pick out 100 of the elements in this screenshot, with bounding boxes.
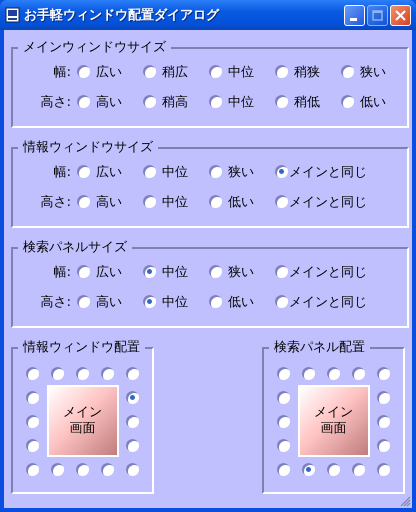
radio-button[interactable] — [26, 390, 39, 404]
radio-button[interactable] — [209, 95, 222, 108]
resize-grip-icon[interactable] — [400, 496, 411, 507]
minimize-button[interactable] — [344, 4, 365, 26]
group-title: メインウィンドウサイズ — [22, 40, 167, 56]
radio-button[interactable] — [209, 265, 222, 278]
radio-button[interactable] — [277, 366, 290, 380]
radio-button[interactable] — [377, 462, 390, 476]
option-label: 中位 — [162, 294, 188, 310]
option-label: 狭い — [228, 164, 254, 180]
row-label: 高さ: — [40, 294, 72, 310]
radio-button[interactable] — [377, 366, 390, 380]
row-label: 幅: — [52, 64, 72, 80]
radio-button[interactable] — [77, 295, 90, 308]
radio-button[interactable] — [341, 65, 354, 78]
radio-button[interactable] — [143, 295, 156, 308]
radio-button[interactable] — [77, 65, 90, 78]
radio-button[interactable] — [77, 95, 90, 108]
option-label: 稍狭 — [294, 64, 320, 80]
radio-button[interactable] — [126, 366, 139, 380]
group-title: 検索パネル配置 — [273, 340, 366, 356]
row-label: 高さ: — [40, 94, 72, 110]
option-label: 狭い — [360, 64, 386, 80]
radio-button[interactable] — [76, 462, 89, 476]
radio-button[interactable] — [143, 195, 156, 208]
radio-button[interactable] — [126, 462, 139, 476]
maximize-icon — [372, 10, 383, 20]
radio-button[interactable] — [352, 462, 365, 476]
radio-button[interactable] — [277, 438, 290, 452]
radio-button[interactable] — [275, 95, 288, 108]
option-label: 低い — [228, 194, 254, 210]
option-label: 低い — [228, 294, 254, 310]
radio-button[interactable] — [26, 438, 39, 452]
radio-button[interactable] — [51, 462, 64, 476]
row-label: 幅: — [52, 164, 72, 180]
option-label: 狭い — [228, 264, 254, 280]
radio-button[interactable] — [76, 366, 89, 380]
radio-button[interactable] — [77, 265, 90, 278]
close-button[interactable] — [390, 4, 411, 26]
radio-button[interactable] — [275, 165, 288, 178]
option-label: 中位 — [162, 164, 188, 180]
option-label: 広い — [96, 264, 122, 280]
option-label: 稍高 — [162, 94, 188, 110]
radio-button[interactable] — [209, 195, 222, 208]
option-label: 広い — [96, 164, 122, 180]
option-label: メインと同じ — [289, 194, 367, 210]
radio-button[interactable] — [26, 414, 39, 428]
option-label: 高い — [96, 294, 122, 310]
radio-button[interactable] — [143, 65, 156, 78]
option-label: 稍広 — [162, 64, 188, 80]
radio-button[interactable] — [377, 390, 390, 404]
option-label: 中位 — [162, 264, 188, 280]
radio-button[interactable] — [126, 390, 139, 404]
radio-button[interactable] — [377, 414, 390, 428]
radio-button[interactable] — [277, 462, 290, 476]
option-label: メインと同じ — [289, 164, 367, 180]
radio-button[interactable] — [209, 165, 222, 178]
radio-button[interactable] — [101, 366, 114, 380]
radio-button[interactable] — [275, 65, 288, 78]
radio-button[interactable] — [143, 95, 156, 108]
maximize-button[interactable] — [367, 4, 388, 26]
radio-button[interactable] — [352, 366, 365, 380]
option-label: 高い — [96, 194, 122, 210]
option-label: 低い — [360, 94, 386, 110]
radio-button[interactable] — [277, 414, 290, 428]
radio-button[interactable] — [377, 438, 390, 452]
radio-button[interactable] — [51, 366, 64, 380]
option-label: メインと同じ — [289, 294, 367, 310]
close-icon — [395, 10, 406, 20]
radio-button[interactable] — [327, 462, 340, 476]
radio-button[interactable] — [143, 165, 156, 178]
radio-button[interactable] — [126, 438, 139, 452]
radio-button[interactable] — [275, 295, 288, 308]
radio-button[interactable] — [126, 414, 139, 428]
option-label: 高い — [96, 94, 122, 110]
group-title: 情報ウィンドウサイズ — [22, 140, 154, 156]
row-label: 高さ: — [40, 194, 72, 210]
radio-button[interactable] — [209, 295, 222, 308]
preview-label: メイン 画面 — [314, 405, 353, 437]
radio-button[interactable] — [101, 462, 114, 476]
radio-button[interactable] — [209, 65, 222, 78]
option-label: メインと同じ — [289, 264, 367, 280]
row-label: 幅: — [52, 264, 72, 280]
radio-button[interactable] — [341, 95, 354, 108]
group-title: 情報ウィンドウ配置 — [22, 340, 141, 356]
radio-button[interactable] — [143, 265, 156, 278]
radio-button[interactable] — [275, 265, 288, 278]
radio-button[interactable] — [77, 165, 90, 178]
window-title: お手軽ウィンドウ配置ダイアログ — [24, 6, 220, 24]
radio-button[interactable] — [327, 366, 340, 380]
radio-button[interactable] — [275, 195, 288, 208]
radio-button[interactable] — [302, 366, 315, 380]
radio-button[interactable] — [77, 195, 90, 208]
radio-button[interactable] — [302, 462, 315, 476]
radio-button[interactable] — [277, 390, 290, 404]
option-label: 広い — [96, 64, 122, 80]
app-icon — [5, 7, 20, 23]
option-label: 中位 — [228, 94, 254, 110]
radio-button[interactable] — [26, 366, 39, 380]
radio-button[interactable] — [26, 462, 39, 476]
